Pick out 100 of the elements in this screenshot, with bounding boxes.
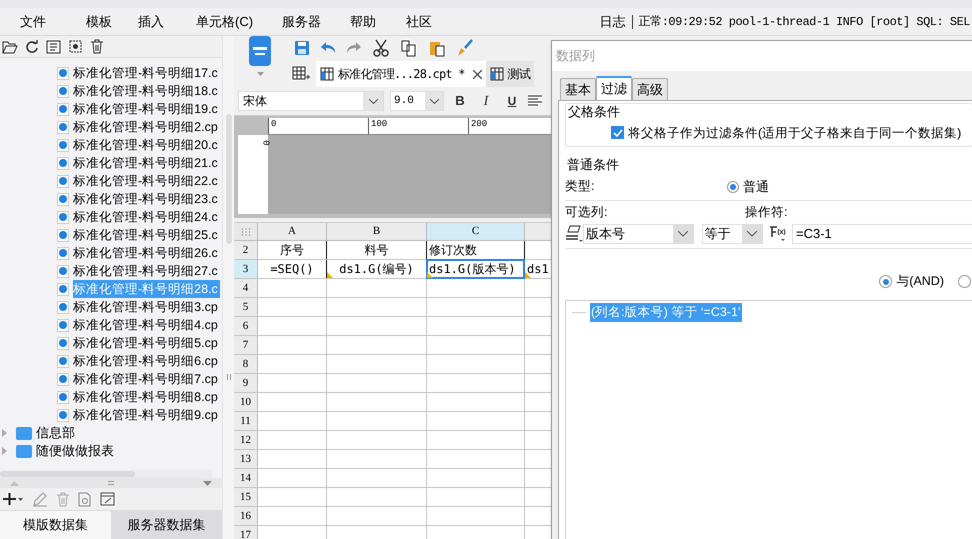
settings-icon[interactable] xyxy=(68,39,83,54)
dialog-tab[interactable]: 过滤 xyxy=(596,76,632,100)
menu-item[interactable]: 模板 xyxy=(86,12,138,32)
column-header[interactable]: A xyxy=(258,223,327,240)
column-select[interactable]: 版本号 xyxy=(583,224,694,244)
table-cell[interactable]: 修订次数 xyxy=(427,241,524,259)
tree-item[interactable]: 标准化管理-料号明细20.c xyxy=(73,136,220,154)
horizontal-scrollbar[interactable] xyxy=(0,471,135,477)
tree-item[interactable]: 标准化管理-料号明细27.c xyxy=(73,262,220,280)
underline-button[interactable]: U xyxy=(502,92,522,110)
tree-item[interactable]: 标准化管理-料号明细17.c xyxy=(73,64,220,82)
table-cell[interactable]: ds1.G(版本号) xyxy=(427,260,524,278)
operator-select[interactable]: 等于 xyxy=(702,224,763,244)
tree-item[interactable]: 标准化管理-料号明细18.c xyxy=(73,82,220,100)
close-icon[interactable] xyxy=(472,70,482,78)
align-left-icon[interactable] xyxy=(528,95,542,107)
expand-arrow-icon[interactable] xyxy=(2,429,7,437)
copy-icon[interactable] xyxy=(400,39,418,57)
tree-item[interactable]: 标准化管理-料号明细4.cp xyxy=(73,316,220,334)
formula-icon[interactable] xyxy=(769,224,786,243)
row-header[interactable]: 3 xyxy=(234,260,258,278)
edit-dataset-icon[interactable] xyxy=(100,492,115,506)
expand-arrow-icon[interactable] xyxy=(2,447,7,455)
tree-item[interactable]: 标准化管理-料号明细6.cp xyxy=(73,352,220,370)
row-header[interactable]: 5 xyxy=(234,298,258,316)
font-size-select[interactable]: 9.0 xyxy=(390,91,444,111)
add-dropdown-icon[interactable] xyxy=(2,492,24,506)
checkbox[interactable] xyxy=(611,126,624,140)
column-header[interactable]: B xyxy=(327,223,427,240)
splitter-handle-icon[interactable] xyxy=(108,481,114,485)
folder-item[interactable]: 信息部 xyxy=(36,423,75,443)
log-button[interactable]: 日志 xyxy=(600,12,626,32)
trash-icon[interactable] xyxy=(90,39,104,54)
tree-item[interactable]: 标准化管理-料号明细19.c xyxy=(73,100,220,118)
document-list-icon[interactable] xyxy=(46,40,61,54)
dataset-tab[interactable]: 服务器数据集 xyxy=(111,511,222,539)
row-header[interactable]: 12 xyxy=(234,431,258,449)
row-header[interactable]: 13 xyxy=(234,450,258,468)
italic-button[interactable]: I xyxy=(476,90,496,112)
add-sheet-icon[interactable] xyxy=(292,66,310,82)
font-family-select[interactable]: 宋体 xyxy=(238,91,384,111)
column-type-icon[interactable] xyxy=(565,224,583,243)
tree-item[interactable]: 标准化管理-料号明细2.cp xyxy=(73,118,220,136)
row-header[interactable]: 14 xyxy=(234,469,258,487)
row-header[interactable]: 8 xyxy=(234,355,258,373)
table-cell[interactable]: 料号 xyxy=(327,241,426,259)
table-cell[interactable]: ds1.G(编号) xyxy=(327,260,426,278)
tree-item[interactable]: 标准化管理-料号明细22.c xyxy=(73,172,220,190)
select-all-icon[interactable] xyxy=(240,228,250,236)
row-header[interactable]: 16 xyxy=(234,507,258,525)
save-icon[interactable] xyxy=(294,40,310,56)
collapse-down-icon[interactable] xyxy=(203,480,212,486)
radio-button[interactable] xyxy=(727,180,739,193)
table-cell[interactable]: =SEQ() xyxy=(258,260,326,278)
table-cell[interactable]: 序号 xyxy=(258,241,326,259)
preview-icon[interactable] xyxy=(78,492,92,506)
tree-item[interactable]: 标准化管理-料号明细8.cp xyxy=(73,388,220,406)
menu-item[interactable]: 单元格(C) xyxy=(196,12,282,32)
tree-item[interactable]: 标准化管理-料号明细5.cp xyxy=(73,334,220,352)
pencil-icon[interactable] xyxy=(32,492,48,506)
row-header[interactable]: 17 xyxy=(234,526,258,539)
dialog-tab[interactable]: 基本 xyxy=(560,78,596,100)
menu-item[interactable]: 社区 xyxy=(406,12,458,32)
column-header[interactable]: C xyxy=(427,223,525,240)
row-header[interactable]: 11 xyxy=(234,412,258,430)
row-header[interactable]: 2 xyxy=(234,241,258,259)
tree-item[interactable]: 标准化管理-料号明细23.c xyxy=(73,190,220,208)
menu-item[interactable]: 帮助 xyxy=(350,12,406,32)
dialog-tab[interactable]: 高级 xyxy=(632,78,668,100)
row-header[interactable]: 6 xyxy=(234,317,258,335)
cut-icon[interactable] xyxy=(372,39,390,57)
tree-item[interactable]: 标准化管理-料号明细26.c xyxy=(73,244,220,262)
tree-item[interactable]: 标准化管理-料号明细25.c xyxy=(73,226,220,244)
folder-item[interactable]: 随便做做报表 xyxy=(36,441,114,461)
row-header[interactable]: 15 xyxy=(234,488,258,506)
dataset-tab[interactable]: 模版数据集 xyxy=(0,511,111,539)
paste-icon[interactable] xyxy=(428,39,446,57)
editor-tab[interactable]: 标准化管理...28.cpt * xyxy=(316,61,486,87)
tree-item[interactable]: 标准化管理-料号明细21.c xyxy=(73,154,220,172)
menu-item[interactable]: 服务器 xyxy=(282,12,350,32)
menu-item[interactable]: 文件 xyxy=(20,12,86,32)
tree-item[interactable]: 标准化管理-料号明细7.cp xyxy=(73,370,220,388)
vertical-scrollbar[interactable] xyxy=(226,114,232,244)
menu-item[interactable]: 插入 xyxy=(138,12,196,32)
row-header[interactable]: 9 xyxy=(234,374,258,392)
tree-item[interactable]: 标准化管理-料号明细24.c xyxy=(73,208,220,226)
folder-open-icon[interactable] xyxy=(2,40,18,54)
row-header[interactable]: 4 xyxy=(234,279,258,297)
editor-tab[interactable]: 测试 xyxy=(486,61,534,87)
undo-icon[interactable] xyxy=(320,41,336,55)
redo-icon[interactable] xyxy=(346,41,362,55)
tree-item[interactable]: 标准化管理-料号明细3.cp xyxy=(73,298,220,316)
tree-item[interactable]: 标准化管理-料号明细9.cp xyxy=(73,406,220,424)
bold-button[interactable]: B xyxy=(450,91,470,111)
formula-field[interactable]: =C3-1 xyxy=(792,224,972,244)
radio-button[interactable] xyxy=(958,275,971,288)
refresh-icon[interactable] xyxy=(25,40,39,54)
row-header[interactable]: 10 xyxy=(234,393,258,411)
row-header[interactable]: 7 xyxy=(234,336,258,354)
format-brush-icon[interactable] xyxy=(456,39,474,57)
